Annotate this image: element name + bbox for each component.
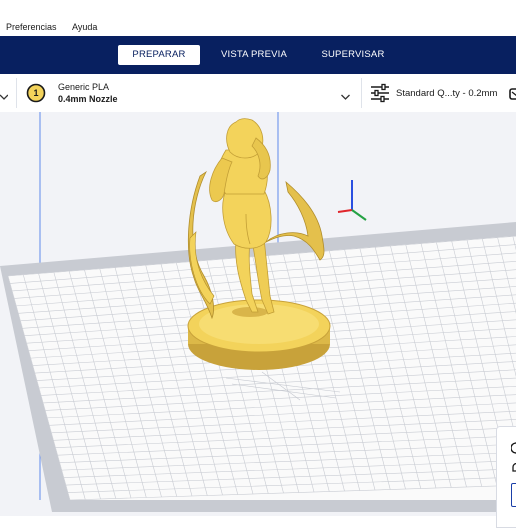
- extruder-number: 1: [33, 88, 39, 98]
- action-button[interactable]: [511, 483, 516, 507]
- stage-bar: PREPARAR VISTA PREVIA SUPERVISAR: [0, 36, 516, 74]
- material-name: Generic PLA: [58, 82, 110, 92]
- material-selector[interactable]: 1 Generic PLA 0.4mm Nozzle: [18, 74, 358, 112]
- print-profile-name: Standard Q...ty - 0.2mm: [396, 88, 498, 99]
- extensions-icon[interactable]: [509, 87, 516, 105]
- menu-item-preferences[interactable]: Preferencias: [6, 22, 57, 32]
- chevron-down-icon[interactable]: [341, 88, 350, 106]
- circle-icon[interactable]: [510, 441, 516, 459]
- bell-icon[interactable]: [511, 461, 516, 479]
- tab-preview[interactable]: VISTA PREVIA: [216, 45, 292, 65]
- tab-prepare[interactable]: PREPARAR: [118, 45, 200, 65]
- print-setup-toolbar: 1 Generic PLA 0.4mm Nozzle Standard Q...…: [0, 74, 516, 113]
- menu-bar: Preferencias Ayuda: [0, 0, 516, 36]
- print-settings-selector[interactable]: Standard Q...ty - 0.2mm: [362, 74, 516, 112]
- object-side-panel[interactable]: [496, 426, 516, 528]
- toolbar-divider: [16, 78, 17, 108]
- axis-x-indicator: [337, 209, 353, 213]
- tab-monitor[interactable]: SUPERVISAR: [314, 45, 392, 65]
- nozzle-size: 0.4mm Nozzle: [58, 94, 118, 104]
- sliders-icon: [370, 83, 390, 108]
- 3d-viewport[interactable]: [0, 112, 516, 516]
- menu-item-help[interactable]: Ayuda: [72, 22, 97, 32]
- model-figurine[interactable]: [187, 118, 331, 370]
- chevron-down-icon[interactable]: [0, 88, 9, 106]
- axis-y-indicator: [351, 209, 367, 221]
